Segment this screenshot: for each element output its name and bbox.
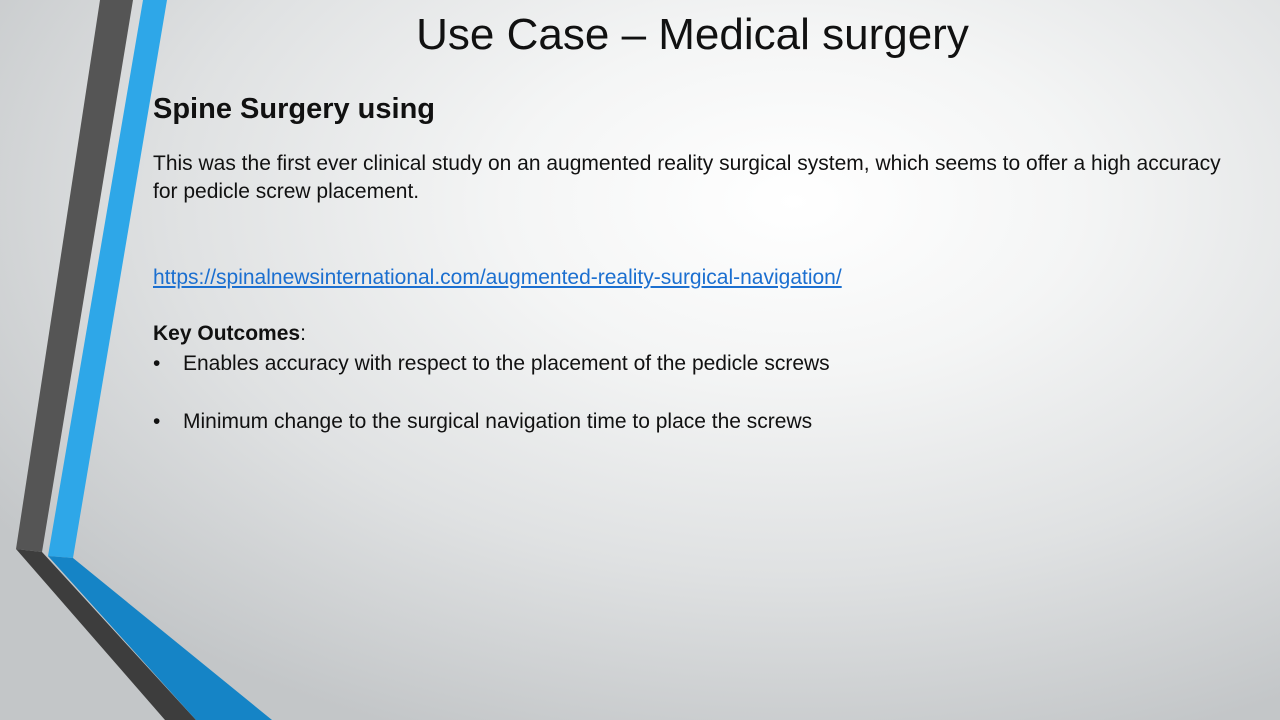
outcome-item: • Enables accuracy with respect to the pl…: [153, 350, 1233, 378]
outcome-text: Enables accuracy with respect to the pla…: [183, 352, 830, 375]
outcome-text: Minimum change to the surgical navigatio…: [183, 410, 813, 433]
bullet-icon: •: [153, 410, 161, 433]
slide-subtitle: Spine Surgery using: [153, 93, 435, 125]
outcomes-list: • Enables accuracy with respect to the pl…: [153, 350, 1233, 436]
slide-content: Spine Surgery using This was the first e…: [153, 90, 1233, 466]
key-outcomes-label: Key Outcomes: [153, 322, 301, 345]
source-link[interactable]: https://spinalnewsinternational.com/augm…: [153, 264, 842, 292]
description-text: This was the first ever clinical study o…: [153, 152, 1221, 203]
outcome-item: • Minimum change to the surgical navigati…: [153, 408, 1233, 436]
key-outcomes-heading: Key Outcomes:: [153, 320, 1233, 348]
key-outcomes-colon: :: [300, 322, 306, 345]
bullet-icon: •: [153, 352, 161, 375]
slide-title: Use Case – Medical surgery: [416, 10, 969, 59]
gray-stripe-lower: [16, 549, 196, 720]
